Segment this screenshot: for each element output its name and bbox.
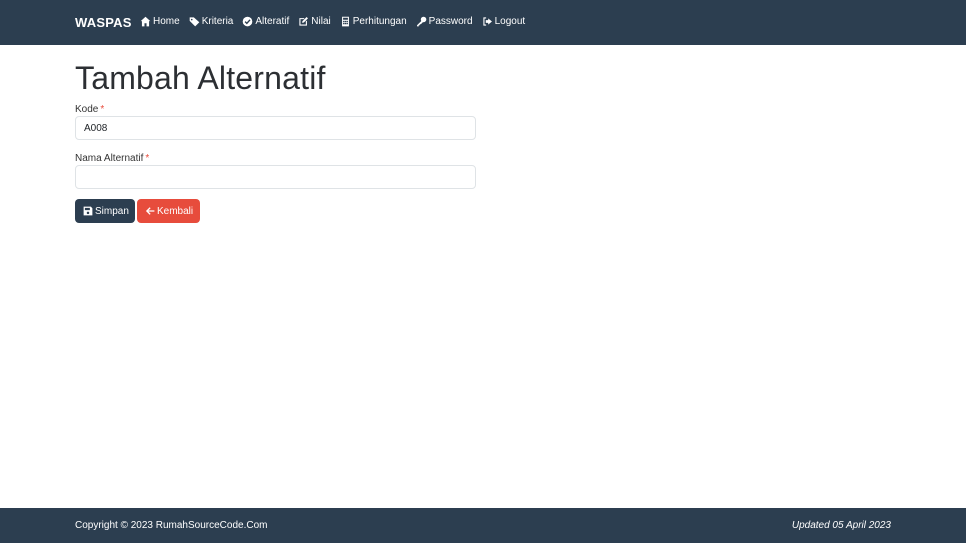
- nav-label-kriteria: Kriteria: [201, 16, 234, 27]
- nav-item-nilai[interactable]: Nilai: [298, 16, 331, 27]
- calculator-icon: [340, 16, 351, 27]
- save-button-label: Simpan: [95, 205, 129, 217]
- key-icon: [416, 16, 427, 27]
- nama-required-mark: *: [145, 153, 150, 164]
- nav-menu: Home Kriteria Alteratif Nilai Perhitunga…: [140, 16, 534, 27]
- check-circle-icon: [242, 16, 253, 27]
- brand-link[interactable]: WASPAS: [75, 15, 132, 30]
- nav-item-logout[interactable]: Logout: [482, 16, 526, 27]
- tags-icon: [189, 16, 200, 27]
- save-button[interactable]: Simpan: [75, 199, 135, 223]
- nama-alternatif-label-text: Nama Alternatif: [75, 153, 144, 164]
- footer: Copyright © 2023 RumahSourceCode.Com Upd…: [0, 508, 966, 543]
- home-icon: [140, 16, 151, 27]
- kode-label: Kode *: [75, 104, 104, 115]
- navbar: WASPAS Home Kriteria Alteratif Nilai Per…: [0, 0, 966, 45]
- nav-label-nilai: Nilai: [311, 16, 331, 27]
- footer-updated: Updated 05 April 2023: [791, 520, 891, 531]
- kode-label-text: Kode: [75, 104, 99, 115]
- nama-alternatif-label: Nama Alternatif *: [75, 153, 149, 164]
- save-icon: [83, 206, 93, 216]
- kode-input[interactable]: [75, 116, 476, 140]
- edit-icon: [298, 16, 309, 27]
- back-button-label: Kembali: [157, 205, 194, 217]
- nav-label-perhitungan: Perhitungan: [352, 16, 407, 27]
- nav-label-alteratif: Alteratif: [255, 16, 290, 27]
- nav-label-logout: Logout: [494, 16, 526, 27]
- nav-item-password[interactable]: Password: [416, 16, 473, 27]
- nav-label-password: Password: [428, 16, 473, 27]
- arrow-left-icon: [145, 206, 155, 216]
- kode-required-mark: *: [100, 104, 105, 115]
- sign-out-icon: [482, 16, 493, 27]
- nav-label-home: Home: [153, 16, 180, 27]
- back-button[interactable]: Kembali: [137, 199, 200, 223]
- footer-copyright: Copyright © 2023 RumahSourceCode.Com: [75, 520, 268, 531]
- nav-item-home[interactable]: Home: [140, 16, 180, 27]
- nama-alternatif-input[interactable]: [75, 165, 476, 189]
- nav-item-perhitungan[interactable]: Perhitungan: [340, 16, 407, 27]
- page-title: Tambah Alternatif: [75, 60, 326, 96]
- nav-item-alteratif[interactable]: Alteratif: [242, 16, 289, 27]
- nav-item-kriteria[interactable]: Kriteria: [189, 16, 234, 27]
